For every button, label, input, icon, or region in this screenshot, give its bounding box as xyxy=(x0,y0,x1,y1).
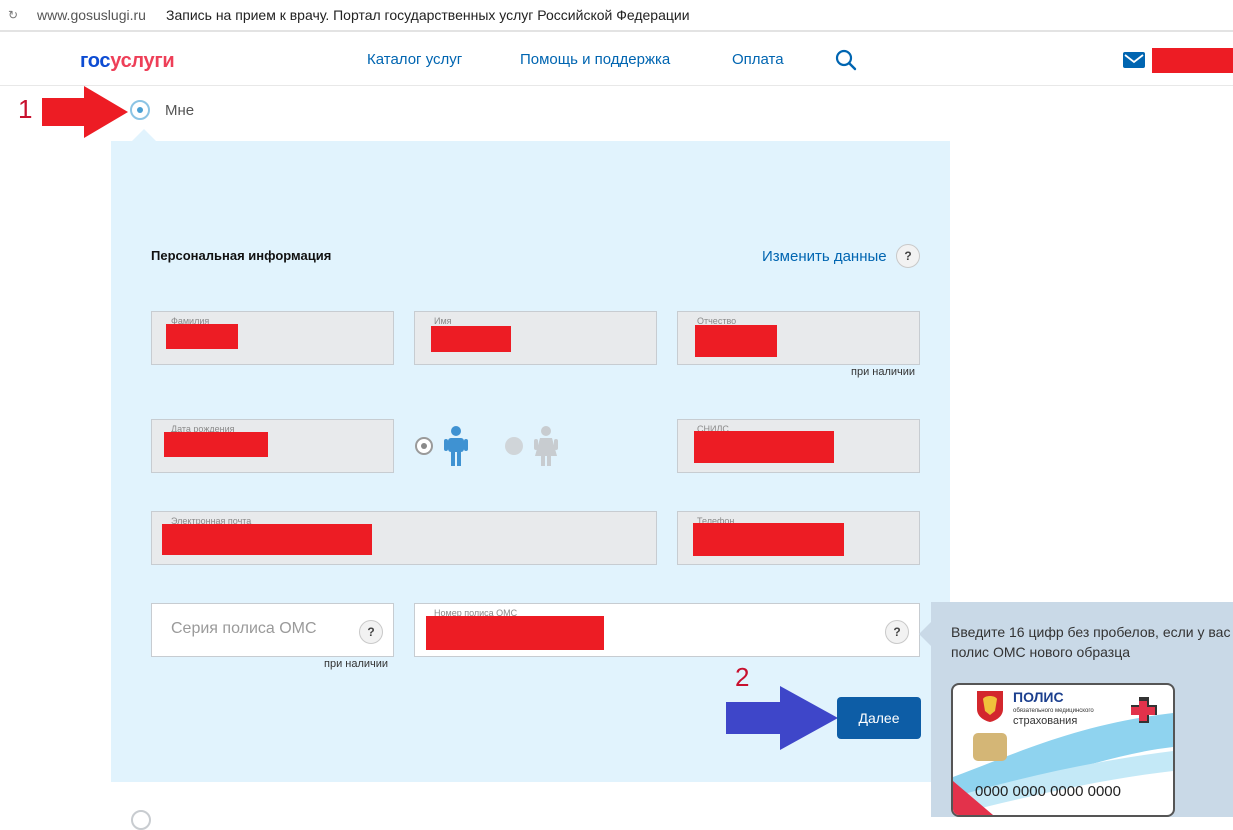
reload-icon[interactable]: ↻ xyxy=(8,8,18,22)
annotation-arrow-blue-icon xyxy=(726,686,838,750)
section-title: Персональная информация xyxy=(151,248,332,263)
change-data-link[interactable]: Изменить данные xyxy=(762,248,887,265)
tooltip-arrow xyxy=(919,622,931,646)
oms-number-redacted xyxy=(426,616,604,650)
card-title: ПОЛИС xyxy=(1013,689,1064,705)
panel-notch xyxy=(132,129,156,141)
recipient-radio-other[interactable] xyxy=(131,810,151,830)
card-chip xyxy=(973,733,1007,761)
female-icon[interactable] xyxy=(532,425,560,467)
site-header: госуслуги Каталог услуг Помощь и поддерж… xyxy=(0,36,1233,86)
patronymic-optional-hint: при наличии xyxy=(851,366,916,378)
url-domain[interactable]: www.gosuslugi.ru xyxy=(37,7,146,23)
oms-series-input[interactable]: Серия полиса ОМС xyxy=(151,603,394,657)
tooltip-text: Введите 16 цифр без пробелов, если у вас… xyxy=(951,624,1231,660)
email-redacted xyxy=(162,524,372,555)
nav-payment-link[interactable]: Оплата xyxy=(732,51,784,68)
browser-url-bar: ↻ www.gosuslugi.ru Запись на прием к вра… xyxy=(0,0,1233,32)
name-redacted xyxy=(431,326,511,352)
medical-cross-icon xyxy=(1131,697,1157,723)
change-data-help-button[interactable]: ? xyxy=(896,244,920,268)
annotation-number-1: 1 xyxy=(18,94,33,124)
oms-card-image: ПОЛИС обязательного медицинского страхов… xyxy=(951,683,1175,817)
logo-part-uslugi: услуги xyxy=(110,50,175,72)
search-icon[interactable] xyxy=(835,49,857,71)
surname-redacted xyxy=(166,324,238,349)
name-label: Имя xyxy=(434,316,452,326)
mail-icon[interactable] xyxy=(1123,52,1145,68)
nav-catalog-link[interactable]: Каталог услуг xyxy=(367,51,462,68)
annotation-arrow-red-icon xyxy=(42,86,128,138)
male-icon[interactable] xyxy=(442,425,470,467)
snils-redacted xyxy=(694,431,834,463)
oms-series-optional-hint: при наличии xyxy=(324,658,389,670)
card-subtitle-2: страхования xyxy=(1013,715,1078,727)
gender-male-radio[interactable] xyxy=(415,437,433,455)
gender-female-radio[interactable] xyxy=(505,437,523,455)
coat-of-arms-icon xyxy=(977,691,1003,722)
page-title: Запись на прием к врачу. Портал государс… xyxy=(166,7,690,23)
user-name-redacted[interactable] xyxy=(1152,48,1233,73)
recipient-label-me[interactable]: Мне xyxy=(165,102,194,119)
logo-part-gos: гос xyxy=(80,50,111,72)
nav-help-link[interactable]: Помощь и поддержка xyxy=(520,51,670,68)
phone-redacted xyxy=(693,523,844,556)
card-number: 0000 0000 0000 0000 xyxy=(975,783,1121,800)
oms-series-help-button[interactable]: ? xyxy=(359,620,383,644)
next-button[interactable]: Далее xyxy=(837,697,921,739)
oms-series-placeholder: Серия полиса ОМС xyxy=(171,620,317,637)
recipient-radio-me[interactable] xyxy=(130,100,150,120)
card-subtitle-1: обязательного медицинского xyxy=(1013,708,1094,714)
gosuslugi-logo[interactable]: госуслуги xyxy=(80,50,175,73)
birthdate-redacted xyxy=(164,432,268,457)
oms-number-help-button[interactable]: ? xyxy=(885,620,909,644)
patronymic-redacted xyxy=(695,325,777,357)
